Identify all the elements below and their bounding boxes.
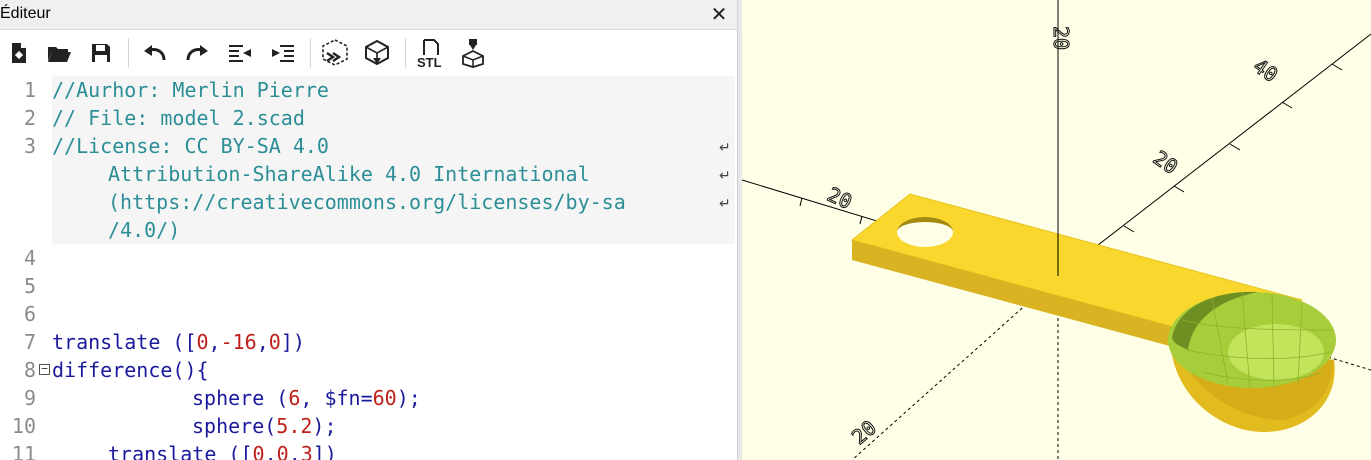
code-token: 0 <box>196 330 209 354</box>
code-token: [ <box>240 442 253 460</box>
undo-button[interactable] <box>140 38 170 68</box>
code-token: 60 <box>372 386 397 410</box>
line-number: 9 <box>23 386 36 410</box>
code-token: 0 <box>268 330 281 354</box>
code-line: //Aurhor: Merlin Pierre <box>52 78 329 102</box>
code-line: sphere(5.2); <box>192 412 337 440</box>
code-token: ); <box>312 414 337 438</box>
indent-icon <box>272 45 294 62</box>
code-token: ); <box>396 386 421 410</box>
y-axis-label-neg-20: 20 <box>847 415 881 449</box>
spoon-model <box>850 180 1336 432</box>
code-token: translate ( <box>108 442 241 460</box>
redo-button[interactable] <box>182 38 212 68</box>
code-line: difference(){ <box>52 358 209 382</box>
code-token: , $fn= <box>300 386 373 410</box>
line-number: 1 <box>23 78 36 102</box>
code-token: , <box>264 442 277 460</box>
open-file-icon <box>48 47 71 62</box>
open-file-button[interactable] <box>44 38 74 68</box>
code-line-wrap: Attribution-ShareAlike 4.0 International <box>108 162 590 186</box>
save-icon <box>92 44 110 62</box>
code-token: , <box>256 330 269 354</box>
toolbar-separator <box>405 38 406 68</box>
code-editor[interactable]: 1 //Aurhor: Merlin Pierre 2 // File: mod… <box>0 76 737 460</box>
redo-icon <box>186 45 208 61</box>
3d-viewport[interactable]: 20 40 20 20 20 <box>742 0 1371 460</box>
export-stl-icon: STL <box>417 39 442 68</box>
fold-toggle-icon[interactable]: − <box>39 363 50 375</box>
line-number: 10 <box>11 414 36 438</box>
code-line: sphere (6, $fn=60); <box>192 384 421 412</box>
line-number: 5 <box>23 274 36 298</box>
send-to-3d-print-button[interactable] <box>458 38 488 68</box>
render-icon <box>365 39 389 66</box>
bowl-inner-highlight <box>1228 324 1324 380</box>
unindent-icon <box>229 45 251 62</box>
y-axis-label-40: 40 <box>1249 54 1283 87</box>
save-button[interactable] <box>86 38 116 68</box>
wrap-indicator-icon: ↵ <box>719 140 731 156</box>
y-axis <box>1057 33 1371 277</box>
line-number: 7 <box>23 330 36 354</box>
code-line: //License: CC BY-SA 4.0 <box>52 134 329 158</box>
y-axis-label-20: 20 <box>1149 146 1183 179</box>
line-number: 6 <box>23 302 36 326</box>
code-token: 6 <box>288 386 301 410</box>
code-line-wrap: /4.0/) <box>108 218 181 242</box>
code-token: sphere ( <box>192 386 289 410</box>
code-token: 3 <box>300 442 313 460</box>
line-number: 4 <box>23 246 36 270</box>
code-token: ]) <box>312 442 337 460</box>
preview-button[interactable] <box>320 38 350 68</box>
line-number: 11 <box>11 442 36 460</box>
code-token: 0 <box>252 442 265 460</box>
code-token: -16 <box>220 330 257 354</box>
code-token: translate ( <box>52 330 185 354</box>
line-number: 2 <box>23 106 36 130</box>
code-token: 5.2 <box>276 414 313 438</box>
export-stl-button[interactable]: STL <box>414 38 448 68</box>
unindent-button[interactable] <box>225 38 255 68</box>
code-token: sphere( <box>192 414 277 438</box>
code-line: translate ([0,-16,0]) <box>52 328 305 356</box>
code-token: , <box>208 330 221 354</box>
editor-titlebar: Éditeur ✕ <box>0 0 737 30</box>
indent-button[interactable] <box>268 38 298 68</box>
close-icon[interactable]: ✕ <box>708 1 730 27</box>
render-button[interactable] <box>362 38 392 68</box>
code-token: [ <box>184 330 197 354</box>
wrap-indicator-icon: ↵ <box>719 168 731 184</box>
editor-title: Éditeur <box>0 5 51 22</box>
editor-toolbar: STL <box>0 30 737 76</box>
code-token: , <box>288 442 301 460</box>
toolbar-separator <box>310 38 311 68</box>
new-file-icon <box>12 43 26 63</box>
y-axis-ticks <box>1123 63 1343 233</box>
toolbar-separator <box>128 38 129 68</box>
code-token: ]) <box>280 330 305 354</box>
x-axis-label-20: 20 <box>824 182 856 214</box>
code-line: translate ([0,0,3]) <box>108 440 337 460</box>
new-file-button[interactable] <box>4 38 34 68</box>
preview-icon <box>322 39 348 66</box>
wrap-indicator-icon: ↵ <box>719 196 731 212</box>
viewport-canvas: 20 40 20 20 20 <box>742 0 1371 460</box>
z-axis-label: 20 <box>1049 26 1073 50</box>
code-line-wrap: (https://creativecommons.org/licenses/by… <box>108 190 626 214</box>
line-number: 8 <box>23 358 36 382</box>
send-to-3d-print-icon <box>462 39 484 68</box>
editor-panel: Éditeur ✕ STL 1 //Aurhor: Merlin Pierre … <box>0 0 737 460</box>
code-line: // File: model 2.scad <box>52 106 305 130</box>
stl-label: STL <box>417 55 442 68</box>
line-number: 3 <box>23 134 36 158</box>
undo-icon <box>144 45 166 61</box>
code-token: 0 <box>276 442 289 460</box>
